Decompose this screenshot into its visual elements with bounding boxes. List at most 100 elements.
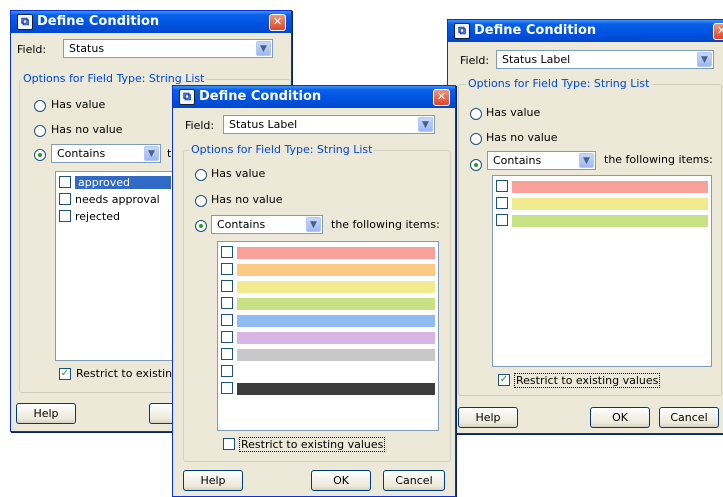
field-select[interactable]: Status ▼ — [63, 39, 273, 58]
close-icon[interactable]: ✕ — [433, 89, 450, 106]
field-value: Status Label — [229, 118, 298, 131]
close-icon[interactable]: ✕ — [713, 23, 723, 40]
restrict-label: Restrict to existing values — [239, 437, 386, 452]
cancel-button[interactable]: Cancel — [383, 470, 445, 491]
list-item[interactable] — [221, 348, 435, 362]
operator-select[interactable]: Contains ▼ — [51, 144, 161, 163]
ok-button[interactable]: OK — [311, 470, 371, 491]
list-item[interactable] — [221, 382, 435, 396]
item-checkbox[interactable] — [59, 210, 71, 222]
has-no-value-radio[interactable] — [34, 125, 46, 137]
help-button[interactable]: Help — [16, 403, 76, 424]
item-checkbox[interactable] — [221, 297, 233, 309]
following-items-label: the following items: — [604, 153, 713, 166]
item-checkbox[interactable] — [221, 263, 233, 275]
field-value: Status — [69, 42, 105, 55]
help-button[interactable]: Help — [458, 407, 518, 428]
color-swatch — [512, 215, 708, 227]
title-bar[interactable]: ⧉ Define Condition ✕ — [173, 86, 455, 108]
has-value-label: Has value — [486, 106, 541, 119]
chevron-down-icon[interactable]: ▼ — [418, 117, 433, 132]
color-swatch — [512, 198, 708, 210]
color-swatch — [237, 383, 435, 395]
list-item[interactable] — [496, 180, 708, 194]
list-item[interactable] — [221, 331, 435, 345]
close-icon[interactable]: ✕ — [269, 14, 286, 31]
has-no-value-radio[interactable] — [470, 133, 482, 145]
list-item[interactable] — [221, 297, 435, 311]
has-no-value-label: Has no value — [211, 193, 283, 206]
app-icon: ⧉ — [179, 89, 195, 105]
dialog-title: Define Condition — [37, 14, 160, 29]
list-item[interactable]: approved — [59, 176, 171, 190]
chevron-down-icon[interactable]: ▼ — [697, 52, 712, 67]
has-no-value-label: Has no value — [486, 131, 558, 144]
field-label: Field: — [17, 43, 47, 56]
has-no-value-radio[interactable] — [195, 195, 207, 207]
item-label: rejected — [75, 210, 120, 223]
item-checkbox[interactable] — [496, 214, 508, 226]
has-value-label: Has value — [51, 98, 106, 111]
app-icon: ⧉ — [17, 14, 33, 30]
contains-radio[interactable] — [470, 159, 482, 171]
list-item[interactable] — [221, 263, 435, 277]
options-group-label: Options for Field Type: String List — [189, 143, 375, 156]
field-select[interactable]: Status Label ▼ — [223, 115, 435, 134]
has-value-radio[interactable] — [470, 108, 482, 120]
list-item[interactable] — [221, 246, 435, 260]
contains-radio[interactable] — [195, 220, 207, 232]
define-condition-dialog-status-label: ⧉ Define Condition ✕ Field: Status Label… — [172, 85, 456, 497]
item-checkbox[interactable] — [221, 314, 233, 326]
chevron-down-icon[interactable]: ▼ — [256, 41, 271, 56]
list-item[interactable] — [221, 314, 435, 328]
item-checkbox[interactable] — [221, 280, 233, 292]
has-value-label: Has value — [211, 167, 266, 180]
color-swatch — [237, 298, 435, 310]
list-item[interactable] — [221, 365, 435, 379]
dialog-title: Define Condition — [199, 89, 322, 104]
item-checkbox[interactable] — [59, 193, 71, 205]
title-bar[interactable]: ⧉ Define Condition ✕ — [448, 20, 723, 42]
list-item[interactable]: rejected — [59, 210, 171, 224]
item-checkbox[interactable] — [496, 180, 508, 192]
chevron-down-icon[interactable]: ▼ — [306, 217, 321, 232]
item-checkbox[interactable] — [59, 176, 71, 188]
color-swatch — [237, 349, 435, 361]
options-group-label: Options for Field Type: String List — [21, 72, 207, 85]
operator-select[interactable]: Contains ▼ — [211, 215, 323, 234]
help-button[interactable]: Help — [183, 470, 243, 491]
cancel-button[interactable]: Cancel — [659, 407, 719, 428]
item-checkbox[interactable] — [221, 382, 233, 394]
title-bar[interactable]: ⧉ Define Condition ✕ — [11, 11, 291, 33]
restrict-checkbox[interactable] — [223, 438, 235, 450]
color-swatch — [237, 247, 435, 259]
operator-value: Contains — [57, 147, 106, 160]
item-checkbox[interactable] — [221, 331, 233, 343]
items-list[interactable] — [217, 241, 439, 431]
field-select[interactable]: Status Label ▼ — [496, 50, 714, 69]
list-item[interactable]: needs approval — [59, 193, 171, 207]
restrict-checkbox[interactable]: ✓ — [59, 368, 71, 380]
operator-select[interactable]: Contains ▼ — [487, 151, 596, 170]
operator-value: Contains — [217, 218, 266, 231]
operator-value: Contains — [493, 154, 542, 167]
item-checkbox[interactable] — [496, 197, 508, 209]
has-value-radio[interactable] — [195, 169, 207, 181]
list-item[interactable] — [496, 197, 708, 211]
has-value-radio[interactable] — [34, 100, 46, 112]
chevron-down-icon[interactable]: ▼ — [144, 146, 159, 161]
chevron-down-icon[interactable]: ▼ — [579, 153, 594, 168]
item-checkbox[interactable] — [221, 365, 233, 377]
color-swatch — [237, 315, 435, 327]
list-item[interactable] — [496, 214, 708, 228]
color-swatch — [237, 332, 435, 344]
restrict-checkbox[interactable]: ✓ — [498, 374, 510, 386]
field-value: Status Label — [502, 53, 571, 66]
items-list[interactable] — [492, 175, 712, 367]
list-item[interactable] — [221, 280, 435, 294]
item-checkbox[interactable] — [221, 348, 233, 360]
items-list[interactable]: approved needs approval rejected — [55, 171, 175, 361]
ok-button[interactable]: OK — [590, 407, 650, 428]
item-checkbox[interactable] — [221, 246, 233, 258]
contains-radio[interactable] — [34, 149, 46, 161]
